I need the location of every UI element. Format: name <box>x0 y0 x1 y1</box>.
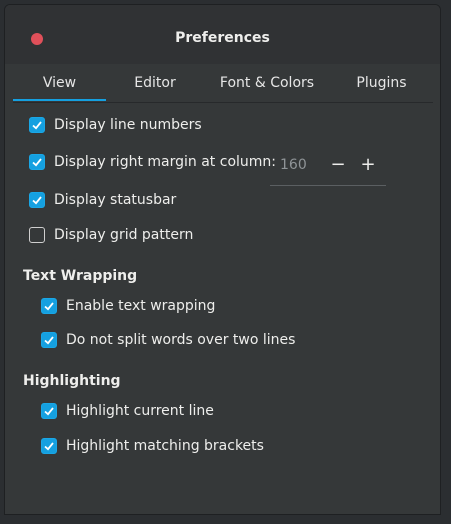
option-highlight-brackets[interactable]: Highlight matching brackets <box>41 436 264 456</box>
right-margin-spinbutton[interactable]: 160 − + <box>270 147 386 186</box>
tab-editor[interactable]: Editor <box>106 63 204 101</box>
tab-font-colors[interactable]: Font & Colors <box>204 63 330 101</box>
highlighting-heading: Highlighting <box>23 373 121 389</box>
enable-wrapping-checkbox[interactable] <box>41 298 57 314</box>
right-margin-label: Display right margin at column: <box>54 154 276 170</box>
grid-pattern-checkbox[interactable] <box>29 227 45 243</box>
check-icon <box>44 407 54 416</box>
check-icon <box>32 121 42 130</box>
increment-button[interactable]: + <box>356 151 380 179</box>
statusbar-label: Display statusbar <box>54 192 177 208</box>
tab-bar: View Editor Font & Colors Plugins <box>13 63 433 103</box>
option-highlight-current-line[interactable]: Highlight current line <box>41 401 214 421</box>
tab-plugins[interactable]: Plugins <box>330 63 433 101</box>
option-right-margin[interactable]: Display right margin at column: <box>29 152 276 172</box>
option-no-split-words[interactable]: Do not split words over two lines <box>41 330 295 350</box>
check-icon <box>32 196 42 205</box>
titlebar: Preferences <box>5 5 440 64</box>
enable-wrapping-label: Enable text wrapping <box>66 298 216 314</box>
statusbar-checkbox[interactable] <box>29 192 45 208</box>
no-split-words-label: Do not split words over two lines <box>66 332 296 348</box>
text-wrapping-heading: Text Wrapping <box>23 268 138 284</box>
decrement-button[interactable]: − <box>326 151 350 179</box>
tab-view[interactable]: View <box>13 63 106 101</box>
line-numbers-checkbox[interactable] <box>29 117 45 133</box>
check-icon <box>44 336 54 345</box>
option-enable-wrapping[interactable]: Enable text wrapping <box>41 296 215 316</box>
check-icon <box>44 442 54 451</box>
grid-pattern-label: Display grid pattern <box>54 227 194 243</box>
check-icon <box>44 302 54 311</box>
highlight-brackets-label: Highlight matching brackets <box>66 438 264 454</box>
line-numbers-label: Display line numbers <box>54 117 202 133</box>
highlight-current-line-label: Highlight current line <box>66 403 214 419</box>
window-title: Preferences <box>175 30 270 46</box>
check-icon <box>32 158 42 167</box>
option-statusbar[interactable]: Display statusbar <box>29 190 176 210</box>
no-split-words-checkbox[interactable] <box>41 332 57 348</box>
preferences-window: Preferences View Editor Font & Colors Pl… <box>4 4 441 515</box>
option-grid-pattern[interactable]: Display grid pattern <box>29 225 193 245</box>
highlight-current-line-checkbox[interactable] <box>41 403 57 419</box>
right-margin-value[interactable]: 160 <box>280 157 307 173</box>
right-margin-checkbox[interactable] <box>29 154 45 170</box>
option-line-numbers[interactable]: Display line numbers <box>29 115 202 135</box>
highlight-brackets-checkbox[interactable] <box>41 438 57 454</box>
